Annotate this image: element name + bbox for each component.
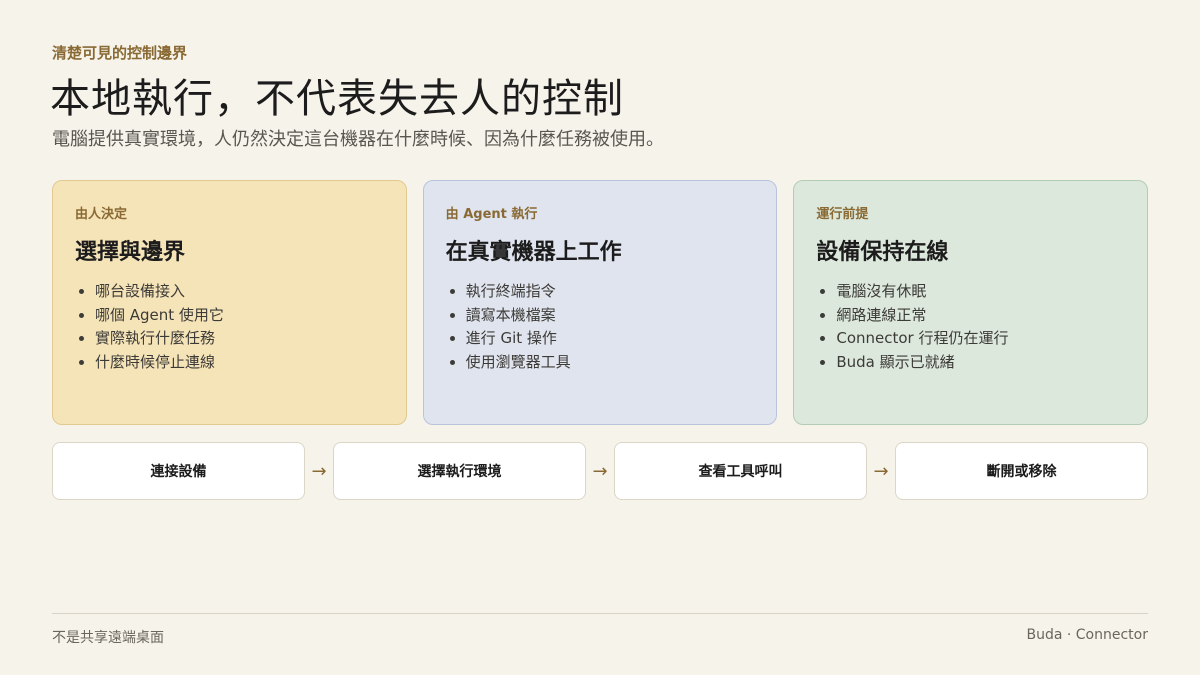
card-list: 電腦沒有休眠 網路連線正常 Connector 行程仍在運行 Buda 顯示已就… — [816, 280, 1125, 374]
list-item: Connector 行程仍在運行 — [836, 327, 1125, 351]
card-list: 執行終端指令 讀寫本機檔案 進行 Git 操作 使用瀏覽器工具 — [446, 280, 755, 374]
card-list: 哪台設備接入 哪個 Agent 使用它 實際執行什麼任務 什麼時候停止連線 — [75, 280, 384, 374]
step-choose-environment: 選擇執行環境 — [333, 442, 586, 500]
page-title: 本地執行，不代表失去人的控制 — [50, 76, 624, 122]
card-row: 由人決定 選擇與邊界 哪台設備接入 哪個 Agent 使用它 實際執行什麼任務 … — [52, 180, 1149, 425]
list-item: 哪個 Agent 使用它 — [95, 304, 384, 328]
footer-note: 不是共享遠端桌面 — [52, 630, 164, 646]
arrow-right-icon: → — [592, 460, 608, 482]
card-title: 設備保持在線 — [816, 240, 949, 265]
list-item: 使用瀏覽器工具 — [466, 351, 755, 375]
card-title: 在真實機器上工作 — [445, 240, 622, 265]
list-item: 哪台設備接入 — [95, 280, 384, 304]
footer-divider — [52, 613, 1148, 614]
list-item: 讀寫本機檔案 — [466, 304, 755, 328]
list-item: 電腦沒有休眠 — [836, 280, 1125, 304]
list-item: 執行終端指令 — [466, 280, 755, 304]
step-connect-device: 連接設備 — [52, 442, 305, 500]
card-runtime-prerequisite: 運行前提 設備保持在線 電腦沒有休眠 網路連線正常 Connector 行程仍在… — [793, 180, 1149, 425]
list-item: 實際執行什麼任務 — [95, 327, 384, 351]
step-disconnect-remove: 斷開或移除 — [895, 442, 1148, 500]
list-item: 進行 Git 操作 — [466, 327, 755, 351]
card-tag: 運行前提 — [816, 207, 869, 222]
card-human-decides: 由人決定 選擇與邊界 哪台設備接入 哪個 Agent 使用它 實際執行什麼任務 … — [52, 180, 407, 425]
eyebrow-label: 清楚可見的控制邊界 — [52, 44, 188, 62]
footer-brand: Buda · Connector — [1026, 627, 1148, 643]
list-item: 網路連線正常 — [836, 304, 1125, 328]
page-subtitle: 電腦提供真實環境，人仍然決定這台機器在什麼時候、因為什麼任務被使用。 — [52, 129, 664, 150]
list-item: 什麼時候停止連線 — [95, 351, 384, 375]
list-item: Buda 顯示已就緒 — [836, 351, 1125, 375]
card-tag: 由 Agent 執行 — [445, 207, 538, 222]
card-title: 選擇與邊界 — [75, 240, 186, 265]
arrow-right-icon: → — [873, 460, 889, 482]
arrow-right-icon: → — [311, 460, 327, 482]
step-view-tool-calls: 查看工具呼叫 — [614, 442, 867, 500]
card-agent-executes: 由 Agent 執行 在真實機器上工作 執行終端指令 讀寫本機檔案 進行 Git… — [422, 180, 778, 425]
card-tag: 由人決定 — [75, 207, 128, 222]
workflow-steps: 連接設備 → 選擇執行環境 → 查看工具呼叫 → 斷開或移除 — [52, 442, 1148, 500]
